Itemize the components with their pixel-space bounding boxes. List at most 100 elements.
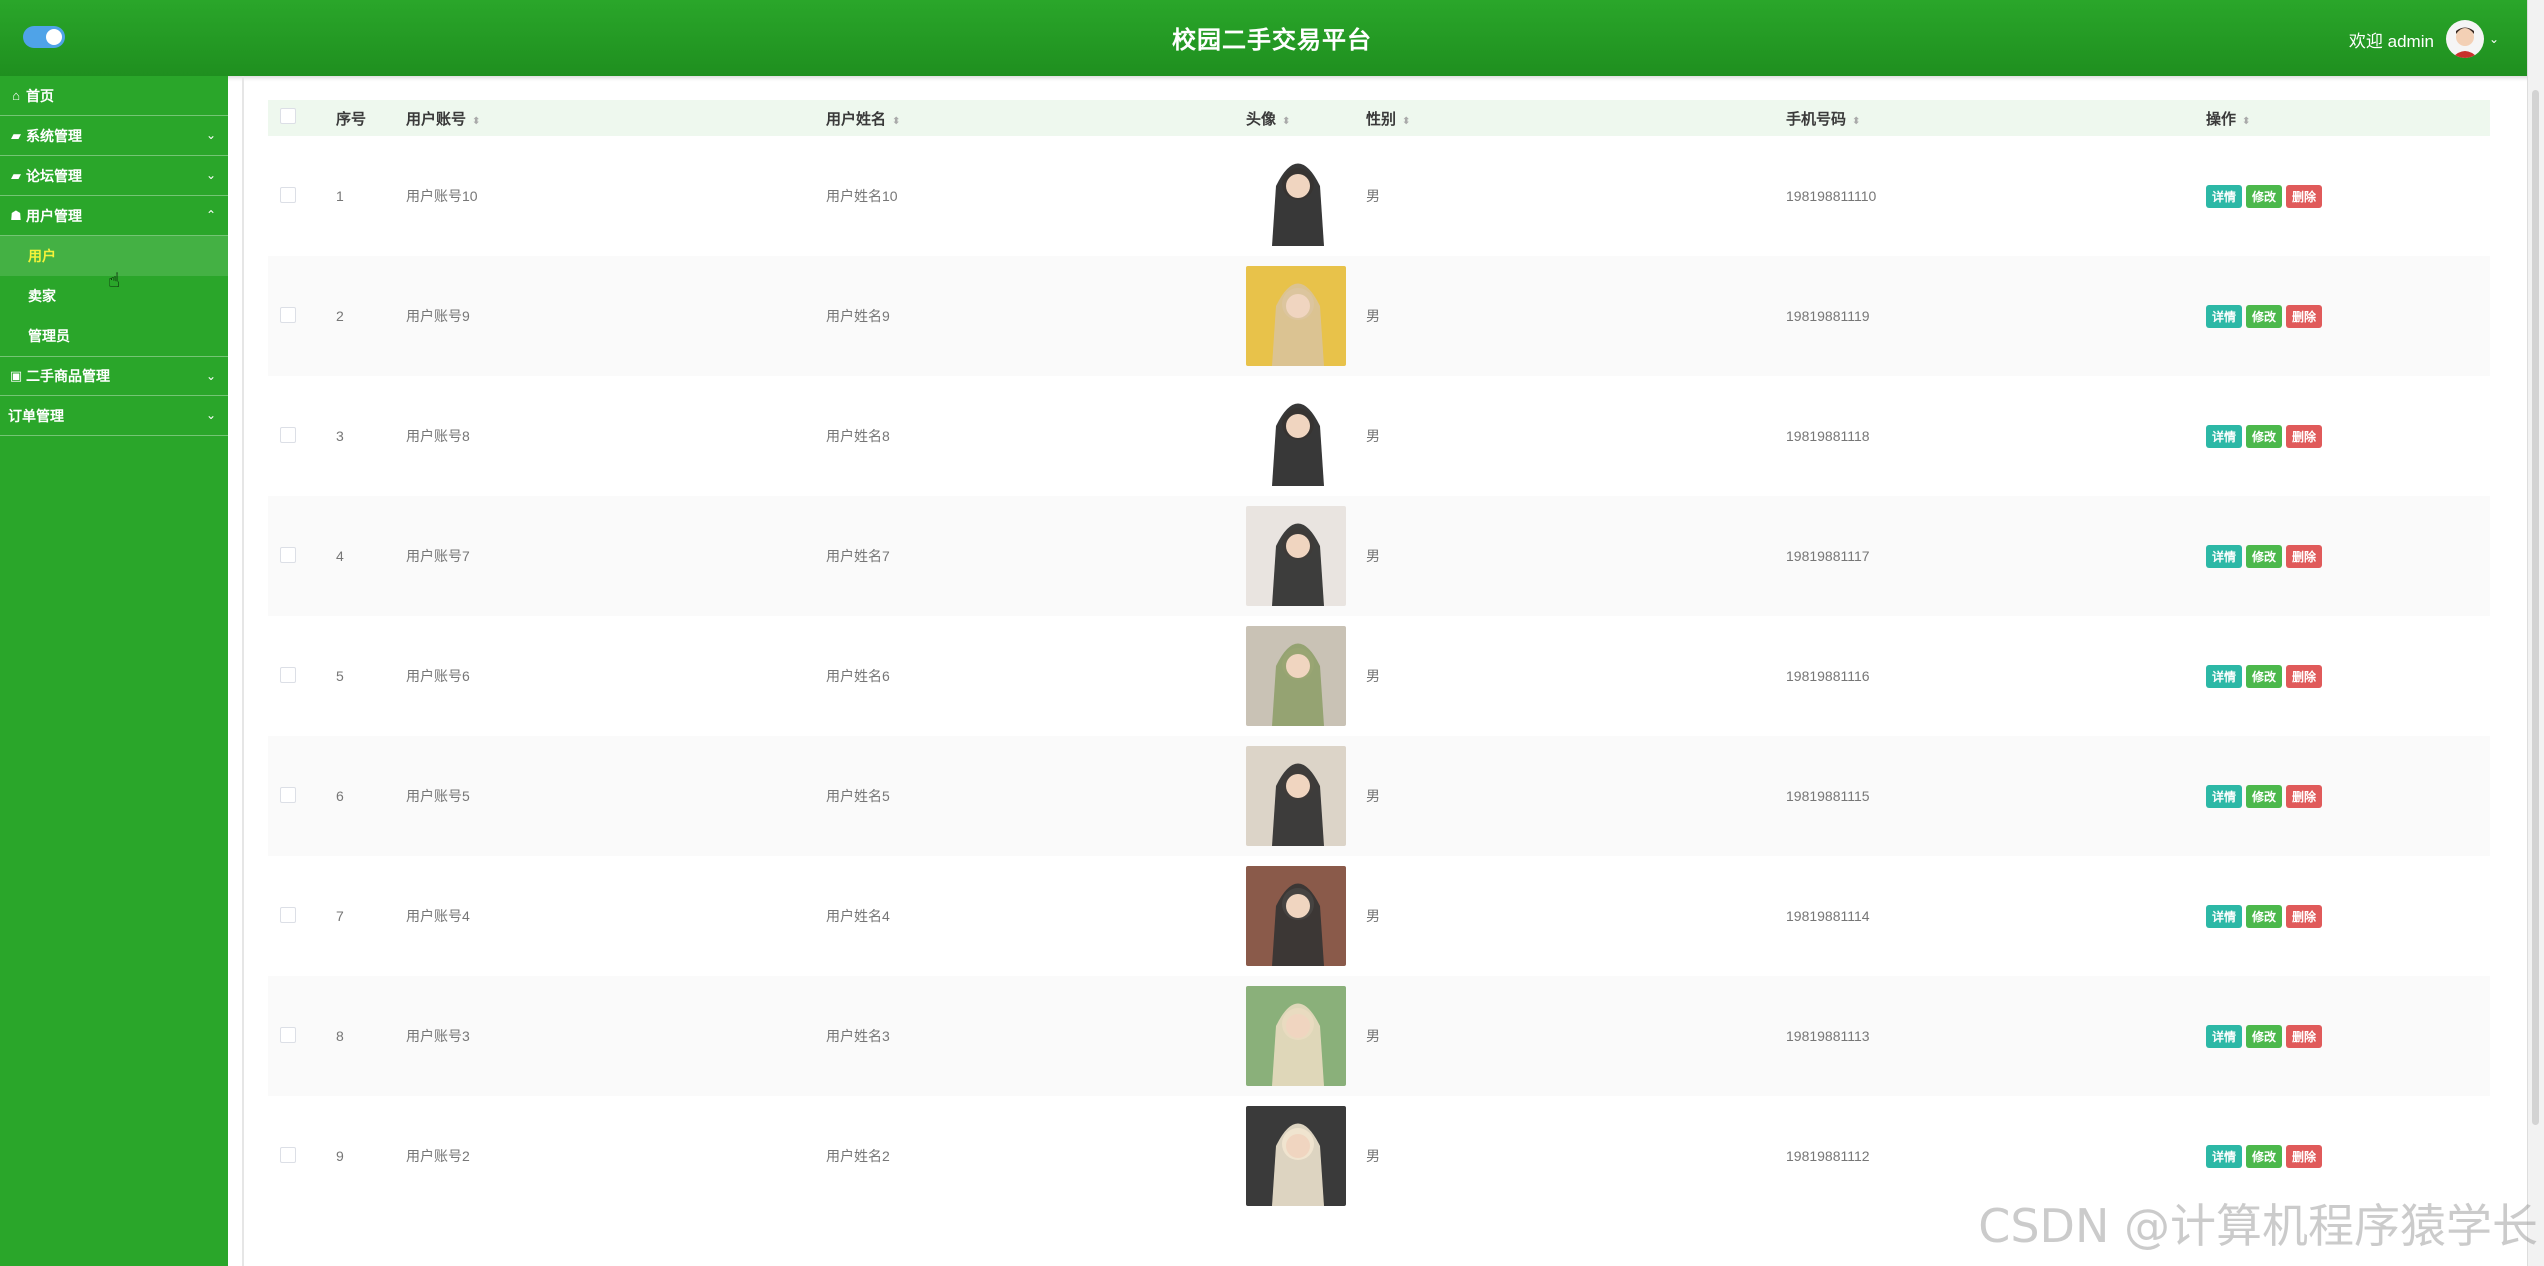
delete-button[interactable]: 删除 — [2286, 664, 2323, 688]
col-name[interactable]: 用户姓名 ⬍ — [814, 100, 1234, 136]
user-icon: ☗ — [10, 207, 22, 223]
row-index: 9 — [336, 1148, 344, 1164]
sidebar-item-label: 论坛管理 — [26, 167, 82, 184]
delete-button[interactable]: 删除 — [2286, 904, 2323, 928]
row-checkbox[interactable] — [280, 546, 296, 563]
edit-button[interactable]: 修改 — [2246, 424, 2283, 448]
sort-icon[interactable]: ⬍ — [1852, 116, 1860, 127]
edit-button[interactable]: 修改 — [2246, 904, 2283, 928]
sort-icon[interactable]: ⬍ — [2242, 116, 2250, 127]
phone-icon: ▣ — [9, 368, 23, 383]
sort-icon[interactable]: ⬍ — [472, 116, 480, 127]
detail-button[interactable]: 详情 — [2206, 424, 2243, 448]
row-checkbox[interactable] — [280, 426, 296, 443]
edit-button[interactable]: 修改 — [2246, 1024, 2283, 1048]
chevron-down-icon: ⌄ — [205, 128, 216, 142]
row-checkbox[interactable] — [280, 1026, 296, 1043]
sort-icon[interactable]: ⬍ — [892, 116, 900, 127]
edit-button[interactable]: 修改 — [2246, 1144, 2283, 1168]
row-gender: 男 — [1366, 668, 1380, 684]
sidebar-item-forum[interactable]: ▰ 论坛管理 ⌄ — [0, 156, 228, 196]
row-gender: 男 — [1366, 1028, 1380, 1044]
delete-button[interactable]: 删除 — [2286, 544, 2323, 568]
row-select-cell[interactable] — [268, 616, 324, 736]
row-checkbox[interactable] — [280, 906, 296, 923]
sidebar-item-orders[interactable]: 订单管理 ⌄ — [0, 396, 228, 436]
detail-button[interactable]: 详情 — [2206, 784, 2243, 808]
row-name: 用户姓名3 — [826, 1028, 890, 1044]
table-row: 3 用户账号8 用户姓名8 男 19819881118 详情 修改 删除 — [268, 376, 2490, 496]
sort-icon[interactable]: ⬍ — [1402, 116, 1410, 127]
col-account[interactable]: 用户账号 ⬍ — [394, 100, 814, 136]
row-select-cell[interactable] — [268, 976, 324, 1096]
col-index: 序号 — [336, 110, 367, 128]
delete-button[interactable]: 删除 — [2286, 184, 2323, 208]
col-gender[interactable]: 性别 ⬍ — [1354, 100, 1774, 136]
select-all-cell[interactable] — [268, 100, 324, 136]
row-select-cell[interactable] — [268, 736, 324, 856]
row-select-cell[interactable] — [268, 376, 324, 496]
row-avatar-cell — [1234, 376, 1354, 496]
row-name: 用户姓名6 — [826, 668, 890, 684]
table-header-row: 序号 用户账号 ⬍ 用户姓名 ⬍ 头像 ⬍ 性别 ⬍ 手机号码 ⬍ 操作 ⬍ — [268, 100, 2490, 136]
detail-button[interactable]: 详情 — [2206, 664, 2243, 688]
chevron-down-icon: ⌄ — [205, 408, 216, 422]
row-select-cell[interactable] — [268, 496, 324, 616]
delete-button[interactable]: 删除 — [2286, 784, 2323, 808]
detail-button[interactable]: 详情 — [2206, 1024, 2243, 1048]
sidebar-item-home[interactable]: ⌂ 首页 — [0, 76, 228, 116]
row-select-cell[interactable] — [268, 856, 324, 976]
row-select-cell[interactable] — [268, 136, 324, 256]
row-name: 用户姓名5 — [826, 788, 890, 804]
row-phone: 19819881118 — [1786, 428, 1870, 444]
user-photo — [1246, 986, 1346, 1086]
select-all-checkbox[interactable] — [280, 108, 296, 124]
sidebar-item-users[interactable]: ☗ 用户管理 ⌃ — [0, 196, 228, 236]
row-actions: 详情 修改 删除 — [2194, 856, 2490, 976]
page-scrollbar[interactable] — [2527, 0, 2544, 1266]
avatar[interactable] — [2445, 20, 2484, 58]
edit-button[interactable]: 修改 — [2246, 784, 2283, 808]
sidebar-item-goods[interactable]: ▣ 二手商品管理 ⌄ — [0, 356, 228, 396]
row-checkbox[interactable] — [280, 1146, 296, 1163]
col-label: 性别 — [1366, 110, 1397, 128]
row-checkbox[interactable] — [280, 306, 296, 323]
row-checkbox[interactable] — [280, 186, 296, 203]
col-label: 操作 — [2206, 110, 2237, 128]
chevron-down-icon[interactable]: ⌄ — [2489, 32, 2499, 46]
bank-icon: ▰ — [11, 167, 21, 183]
edit-button[interactable]: 修改 — [2246, 184, 2283, 208]
detail-button[interactable]: 详情 — [2206, 184, 2243, 208]
delete-button[interactable]: 删除 — [2286, 1024, 2323, 1048]
detail-button[interactable]: 详情 — [2206, 1144, 2243, 1168]
row-account: 用户账号2 — [406, 1148, 470, 1164]
welcome-text: 欢迎 admin — [2348, 31, 2434, 51]
row-checkbox[interactable] — [280, 666, 296, 683]
user-menu[interactable]: 欢迎 admin ⌄ — [2349, 19, 2499, 59]
col-phone[interactable]: 手机号码 ⬍ — [1774, 100, 2194, 136]
delete-button[interactable]: 删除 — [2286, 304, 2323, 328]
edit-button[interactable]: 修改 — [2246, 304, 2283, 328]
detail-button[interactable]: 详情 — [2206, 544, 2243, 568]
row-checkbox[interactable] — [280, 786, 296, 803]
row-avatar-cell — [1234, 136, 1354, 256]
col-actions[interactable]: 操作 ⬍ — [2194, 100, 2490, 136]
row-select-cell[interactable] — [268, 256, 324, 376]
sort-icon[interactable]: ⬍ — [1282, 116, 1290, 127]
detail-button[interactable]: 详情 — [2206, 904, 2243, 928]
sidebar-subitem-admin[interactable]: 管理员 — [0, 316, 228, 356]
delete-button[interactable]: 删除 — [2286, 1144, 2323, 1168]
edit-button[interactable]: 修改 — [2246, 664, 2283, 688]
scrollbar-thumb[interactable] — [2532, 90, 2539, 1125]
bank-icon: ▰ — [11, 127, 21, 143]
row-phone: 19819881115 — [1786, 788, 1870, 804]
col-avatar[interactable]: 头像 ⬍ — [1234, 100, 1354, 136]
delete-button[interactable]: 删除 — [2286, 424, 2323, 448]
row-name: 用户姓名4 — [826, 908, 890, 924]
row-select-cell[interactable] — [268, 1096, 324, 1216]
sidebar-item-system[interactable]: ▰ 系统管理 ⌄ — [0, 116, 228, 156]
edit-button[interactable]: 修改 — [2246, 544, 2283, 568]
row-account: 用户账号6 — [406, 668, 470, 684]
row-actions: 详情 修改 删除 — [2194, 496, 2490, 616]
detail-button[interactable]: 详情 — [2206, 304, 2243, 328]
